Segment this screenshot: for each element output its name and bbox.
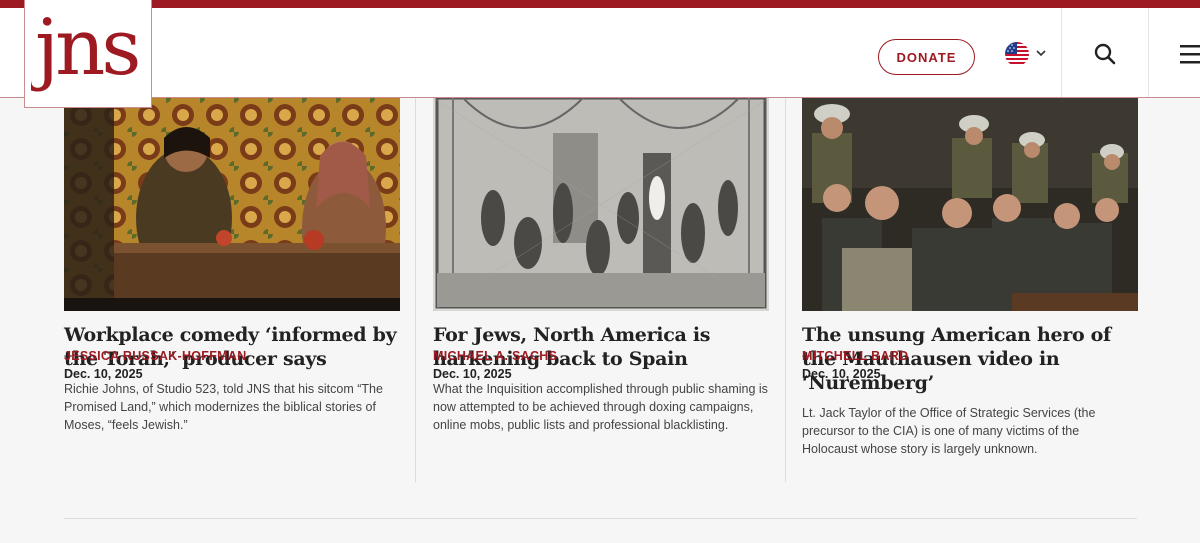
section-divider <box>64 518 1137 519</box>
article-title[interactable]: For Jews, North America is harkening bac… <box>433 323 769 371</box>
article-card[interactable]: For Jews, North America is harkening bac… <box>433 98 769 434</box>
chevron-down-icon[interactable] <box>1035 46 1047 64</box>
donate-button[interactable]: DONATE <box>878 39 975 75</box>
article-card[interactable]: The unsung American hero of the Mauthaus… <box>802 98 1138 458</box>
us-flag-icon[interactable] <box>1005 42 1029 66</box>
article-summary: Lt. Jack Taylor of the Office of Strateg… <box>802 406 1096 456</box>
article-author[interactable]: MICHAEL A. SACHS <box>433 349 557 363</box>
article-card[interactable]: Workplace comedy ‘informed by the Torah,… <box>64 98 400 434</box>
article-date: Dec. 10, 2025 <box>64 367 143 381</box>
top-accent-bar <box>0 0 1200 8</box>
site-logo[interactable]: jns <box>24 0 152 108</box>
column-divider <box>785 98 786 482</box>
svg-text:jns: jns <box>31 3 138 93</box>
article-date: Dec. 10, 2025 <box>802 367 881 381</box>
article-image[interactable] <box>64 98 400 311</box>
column-divider <box>415 98 416 482</box>
article-title[interactable]: Workplace comedy ‘informed by the Torah,… <box>64 323 400 371</box>
header-divider <box>1061 8 1062 97</box>
article-date: Dec. 10, 2025 <box>433 367 512 381</box>
search-icon[interactable] <box>1094 43 1116 70</box>
article-image[interactable] <box>433 98 769 311</box>
article-summary: What the Inquisition accomplished throug… <box>433 382 768 432</box>
article-image[interactable] <box>802 98 1138 311</box>
header-divider <box>1148 8 1149 97</box>
site-header: DONATE <box>0 8 1200 98</box>
article-author[interactable]: JESSICA RUSSAK-HOFFMAN <box>64 349 247 363</box>
article-author[interactable]: MITCHELL BARD <box>802 349 908 363</box>
menu-icon[interactable] <box>1180 45 1200 70</box>
article-summary: Richie Johns, of Studio 523, told JNS th… <box>64 382 383 432</box>
